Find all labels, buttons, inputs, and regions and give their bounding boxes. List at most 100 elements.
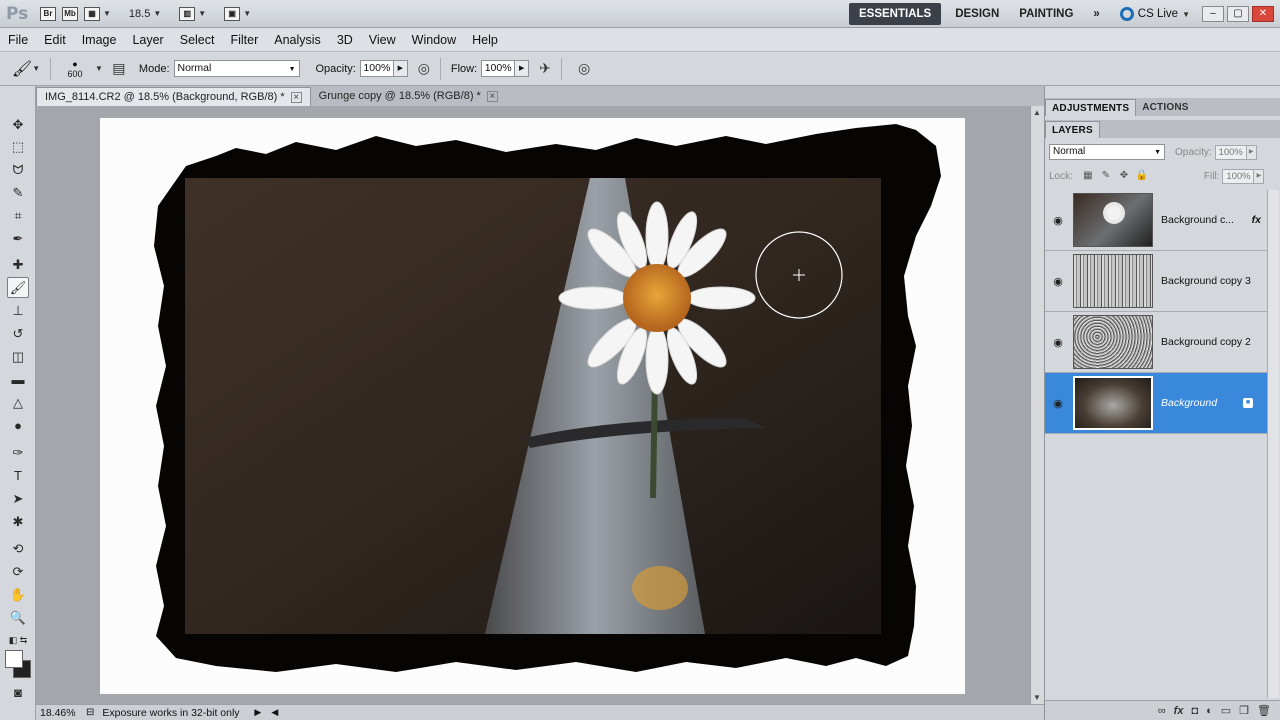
layer-row-selected[interactable]: ◉ Background ■ <box>1045 373 1267 434</box>
menu-layer[interactable]: Layer <box>124 33 171 47</box>
menu-file[interactable]: File <box>0 33 36 47</box>
menu-help[interactable]: Help <box>464 33 506 47</box>
tab-img-8114[interactable]: IMG_8114.CR2 @ 18.5% (Background, RGB/8)… <box>36 87 311 106</box>
lock-position-icon[interactable]: ✥ <box>1118 170 1130 182</box>
eraser-tool-icon[interactable]: ◫ <box>7 346 29 367</box>
opacity-field[interactable]: 100% <box>359 60 394 77</box>
brush-preset-picker[interactable]: ● 600 ▼ <box>57 59 102 79</box>
status-zoom-field[interactable]: 18.46% <box>36 707 86 719</box>
airbrush-icon[interactable]: ✈ <box>535 59 555 79</box>
tablet-pressure-opacity-icon[interactable]: ◎ <box>414 59 434 79</box>
link-layers-icon[interactable]: ∞ <box>1158 705 1166 717</box>
layer-name[interactable]: Background copy 2 <box>1161 336 1267 348</box>
eye-icon[interactable]: ◉ <box>1045 275 1071 288</box>
layer-row[interactable]: ◉ Background copy 2 <box>1045 312 1267 373</box>
workspace-painting[interactable]: PAINTING <box>1009 3 1083 25</box>
layer-fill-field[interactable]: 100% <box>1222 168 1255 184</box>
quick-mask-icon[interactable]: ◙ <box>7 682 29 703</box>
adjustment-layer-icon[interactable]: ◐ <box>1206 705 1213 717</box>
3d-rotate-tool-icon[interactable]: ⟲ <box>7 538 29 559</box>
launch-bridge-button[interactable]: Br <box>40 5 56 23</box>
close-icon[interactable]: × <box>290 91 302 103</box>
scroll-left-icon[interactable]: ◀ <box>271 707 278 718</box>
delete-layer-icon[interactable]: 🗑 <box>1257 704 1271 717</box>
menu-view[interactable]: View <box>361 33 404 47</box>
opacity-slider-toggle[interactable]: ▶ <box>393 60 408 77</box>
layer-name[interactable]: Background <box>1161 397 1243 409</box>
zoom-level-dropdown[interactable]: 18.5 ▼ <box>129 5 161 23</box>
arrange-documents-button[interactable]: ▥ ▼ <box>179 5 206 23</box>
path-selection-tool-icon[interactable]: ➤ <box>7 488 29 509</box>
menu-analysis[interactable]: Analysis <box>266 33 329 47</box>
eye-icon[interactable]: ◉ <box>1045 336 1071 349</box>
dodge-tool-icon[interactable]: ● <box>7 415 29 436</box>
default-colors-icon[interactable]: ◧ ⇆ <box>7 630 29 651</box>
close-button[interactable]: ✕ <box>1252 6 1274 22</box>
layer-row[interactable]: ◉ Background copy 3 <box>1045 251 1267 312</box>
layer-name[interactable]: Background c... <box>1161 214 1252 226</box>
lock-all-icon[interactable]: 🔒 <box>1136 170 1148 182</box>
cs-live-button[interactable]: CS Live ▼ <box>1119 7 1190 21</box>
add-style-icon[interactable]: fx <box>1174 705 1184 717</box>
vertical-scrollbar[interactable]: ▲ ▼ <box>1030 106 1044 704</box>
new-layer-icon[interactable]: ❐ <box>1239 704 1249 717</box>
menu-edit[interactable]: Edit <box>36 33 74 47</box>
tab-layers[interactable]: LAYERS <box>1045 121 1100 138</box>
move-tool-icon[interactable]: ✥ <box>7 114 29 135</box>
tab-adjustments[interactable]: ADJUSTMENTS <box>1045 99 1137 116</box>
lasso-tool-icon[interactable]: ᗢ <box>7 159 29 180</box>
more-workspaces-button[interactable]: » <box>1083 3 1109 25</box>
type-tool-icon[interactable]: T <box>7 465 29 486</box>
add-mask-icon[interactable]: ◘ <box>1191 705 1198 717</box>
workspace-essentials[interactable]: ESSENTIALS <box>848 3 942 25</box>
menu-filter[interactable]: Filter <box>222 33 266 47</box>
flow-field[interactable]: 100% <box>481 60 516 77</box>
layer-opacity-field[interactable]: 100% <box>1214 144 1247 160</box>
flow-slider-toggle[interactable]: ▶ <box>515 60 530 77</box>
history-brush-tool-icon[interactable]: ↺ <box>7 323 29 344</box>
scroll-down-icon[interactable]: ▼ <box>1033 693 1041 702</box>
close-icon[interactable]: × <box>486 91 498 102</box>
tablet-pressure-size-icon[interactable]: ◎ <box>574 59 594 79</box>
eyedropper-tool-icon[interactable]: ✒ <box>7 228 29 249</box>
hand-tool-icon[interactable]: ✋ <box>7 584 29 605</box>
blend-mode-select[interactable]: Normal <box>1049 144 1165 160</box>
zoom-tool-icon[interactable]: 🔍 <box>7 607 29 628</box>
status-icon[interactable]: ⊟ <box>86 707 94 718</box>
minimize-button[interactable]: – <box>1202 6 1224 22</box>
eye-icon[interactable]: ◉ <box>1045 214 1071 227</box>
clone-stamp-tool-icon[interactable]: ⊥ <box>7 300 29 321</box>
crop-tool-icon[interactable]: ⌗ <box>7 205 29 226</box>
brush-panel-toggle-icon[interactable]: ▤ <box>109 59 129 79</box>
lock-transparency-icon[interactable]: ▦ <box>1082 170 1094 182</box>
workspace-design[interactable]: DESIGN <box>945 3 1009 25</box>
menu-window[interactable]: Window <box>404 33 464 47</box>
blur-tool-icon[interactable]: △ <box>7 392 29 413</box>
foreground-color-swatch[interactable] <box>5 650 23 668</box>
3d-orbit-tool-icon[interactable]: ⟳ <box>7 561 29 582</box>
mode-select[interactable]: Normal <box>173 60 300 77</box>
marquee-tool-icon[interactable]: ⬚ <box>7 136 29 157</box>
tab-actions[interactable]: ACTIONS <box>1136 99 1194 116</box>
layer-effects-icon[interactable]: fx <box>1252 214 1261 226</box>
pen-tool-icon[interactable]: ✑ <box>7 442 29 463</box>
brush-tool-icon[interactable]: 🖌 <box>7 277 29 298</box>
layer-opacity-slider-toggle[interactable]: ▶ <box>1246 144 1257 160</box>
healing-brush-tool-icon[interactable]: ✚ <box>7 254 29 275</box>
menu-3d[interactable]: 3D <box>329 33 361 47</box>
lock-pixels-icon[interactable]: ✎ <box>1100 170 1112 182</box>
view-extras-button[interactable]: ▦ ▼ <box>84 5 111 23</box>
tab-grunge-copy[interactable]: Grunge copy @ 18.5% (RGB/8) * × <box>311 87 506 106</box>
menu-image[interactable]: Image <box>74 33 125 47</box>
eye-icon[interactable]: ◉ <box>1045 397 1071 410</box>
screen-mode-button[interactable]: ▣ ▼ <box>224 5 251 23</box>
layer-row[interactable]: ◉ Background c... fx <box>1045 190 1267 251</box>
gradient-tool-icon[interactable]: ▬ <box>7 369 29 390</box>
new-group-icon[interactable]: ▭ <box>1221 704 1231 717</box>
scroll-up-icon[interactable]: ▲ <box>1033 108 1041 117</box>
layer-name[interactable]: Background copy 3 <box>1161 275 1267 287</box>
layer-fill-slider-toggle[interactable]: ▶ <box>1254 168 1265 184</box>
tool-preset-picker[interactable]: 🖌 ▼ <box>8 56 44 82</box>
menu-select[interactable]: Select <box>172 33 223 47</box>
maximize-button[interactable]: ▢ <box>1227 6 1249 22</box>
